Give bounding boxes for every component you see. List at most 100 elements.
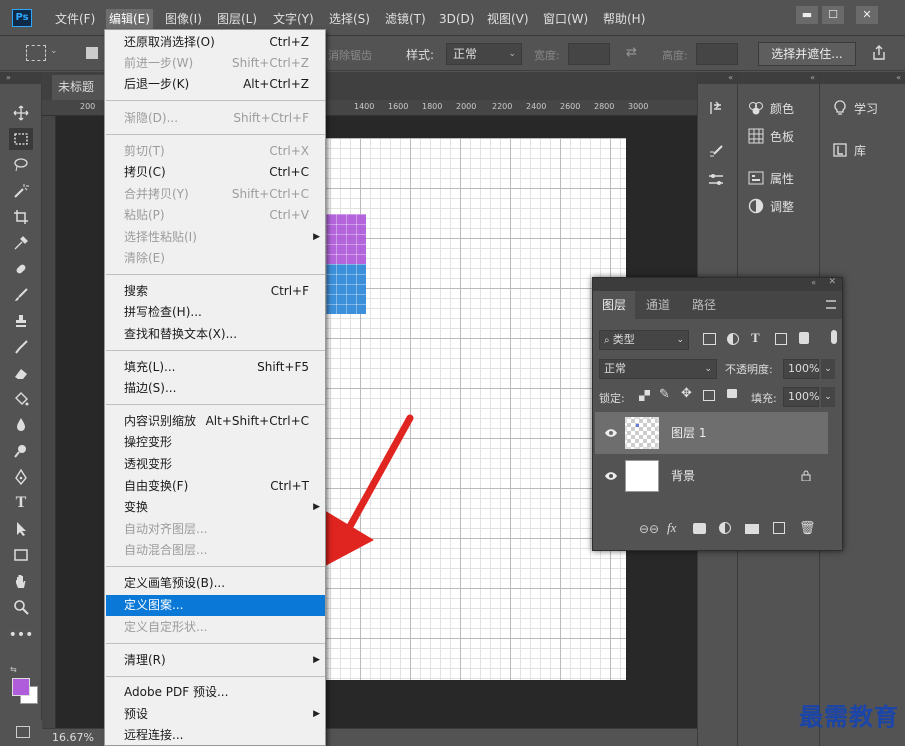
menu-window[interactable]: 窗口(W)	[540, 9, 591, 29]
menu-item-copy-merged[interactable]: 合并拷贝(Y) Shift+Ctrl+C	[106, 184, 325, 205]
menu-item-define-custom-shape[interactable]: 定义自定形状...	[106, 617, 325, 638]
menu-item-paste-special[interactable]: 选择性粘贴(I) ▶	[106, 227, 325, 248]
more-tools-icon[interactable]: •••	[9, 624, 34, 646]
magic-wand-tool-icon[interactable]	[9, 180, 33, 202]
tab-channels[interactable]: 通道	[637, 291, 679, 319]
dodge-tool-icon[interactable]	[9, 440, 33, 462]
menu-image[interactable]: 图像(I)	[162, 9, 205, 29]
link-layers-icon[interactable]: ⊖⊖	[639, 522, 659, 536]
brush-tool-icon[interactable]	[9, 284, 33, 306]
fill-input[interactable]: 100%	[783, 387, 819, 407]
zoom-level[interactable]: 16.67%	[52, 731, 94, 744]
eyedropper-tool-icon[interactable]	[9, 232, 33, 254]
type-tool-icon[interactable]: T	[9, 492, 33, 514]
history-panel-icon[interactable]	[708, 96, 724, 120]
menu-item-spell-check[interactable]: 拼写检查(H)...	[106, 302, 325, 323]
lasso-tool-icon[interactable]	[9, 154, 33, 176]
zoom-tool-icon[interactable]	[9, 596, 33, 618]
crop-tool-icon[interactable]	[9, 206, 33, 228]
menu-item-define-brush[interactable]: 定义画笔预设(B)...	[106, 573, 325, 594]
style-select[interactable]: 正常 ⌄	[446, 43, 522, 65]
chevron-down-icon[interactable]: ⌄	[50, 46, 58, 56]
opacity-input[interactable]: 100%	[783, 359, 819, 379]
blend-mode-select[interactable]: 正常 ⌄	[599, 359, 717, 379]
adjustment-layer-icon[interactable]	[719, 522, 731, 534]
menu-item-step-backward[interactable]: 后退一步(K) Alt+Ctrl+Z	[106, 74, 325, 95]
maximize-button[interactable]: ☐	[822, 6, 844, 24]
lock-position-icon[interactable]: ✥	[681, 386, 692, 401]
menu-item-clear[interactable]: 清除(E)	[106, 248, 325, 269]
filter-smart-object-icon[interactable]	[799, 332, 809, 344]
chevron-down-icon[interactable]: ⌄	[821, 387, 835, 407]
move-tool-icon[interactable]	[9, 102, 33, 124]
minimize-button[interactable]: ▬	[796, 6, 818, 24]
menu-item-define-pattern[interactable]: 定义图案...	[106, 595, 325, 616]
menu-item-pdf-presets[interactable]: Adobe PDF 预设...	[106, 682, 325, 703]
tab-layers[interactable]: 图层	[593, 291, 636, 319]
lock-all-icon[interactable]	[727, 389, 737, 398]
select-and-mask-button[interactable]: 选择并遮住...	[758, 42, 856, 66]
libraries-panel-button[interactable]: 库	[832, 138, 866, 162]
width-input[interactable]	[568, 43, 610, 65]
menu-3d[interactable]: 3D(D)	[436, 9, 477, 29]
menu-item-perspective-warp[interactable]: 透视变形	[106, 454, 325, 475]
menu-item-content-aware-scale[interactable]: 内容识别缩放 Alt+Shift+Ctrl+C	[106, 411, 325, 432]
menu-item-fade[interactable]: 渐隐(D)... Shift+Ctrl+F	[106, 108, 325, 129]
menu-type[interactable]: 文字(Y)	[270, 9, 317, 29]
lock-pixels-icon[interactable]: ✎	[659, 387, 670, 402]
panel-menu-icon[interactable]	[826, 300, 836, 309]
filter-type-icon[interactable]: T	[751, 330, 760, 346]
lock-transparent-icon[interactable]	[639, 390, 650, 401]
menu-item-auto-align-layers[interactable]: 自动对齐图层...	[106, 519, 325, 540]
menu-help[interactable]: 帮助(H)	[600, 9, 648, 29]
new-selection-icon[interactable]	[86, 47, 98, 59]
close-button[interactable]: ✕	[856, 6, 878, 24]
rectangle-tool-icon[interactable]	[9, 544, 33, 566]
swap-icon[interactable]: ⇄	[626, 45, 637, 60]
tool-presets-panel-icon[interactable]	[708, 168, 724, 192]
menu-item-copy[interactable]: 拷贝(C) Ctrl+C	[106, 162, 325, 183]
menu-item-undo[interactable]: 还原取消选择(O) Ctrl+Z	[106, 32, 325, 53]
menu-item-search[interactable]: 搜索 Ctrl+F	[106, 281, 325, 302]
learn-panel-button[interactable]: 学习	[832, 96, 878, 120]
menu-item-auto-blend-layers[interactable]: 自动混合图层...	[106, 540, 325, 561]
history-brush-tool-icon[interactable]	[9, 336, 33, 358]
healing-brush-tool-icon[interactable]	[9, 258, 33, 280]
group-folder-icon[interactable]	[745, 524, 759, 534]
new-layer-icon[interactable]	[773, 522, 785, 534]
menu-view[interactable]: 视图(V)	[484, 9, 532, 29]
menu-item-remote-connections[interactable]: 远程连接...	[106, 725, 325, 746]
layer-name[interactable]: 背景	[671, 455, 695, 497]
filter-adjustment-icon[interactable]	[727, 333, 739, 345]
height-input[interactable]	[696, 43, 738, 65]
foreground-color-swatch[interactable]	[12, 678, 30, 696]
pen-tool-icon[interactable]	[9, 466, 33, 488]
swatches-panel-button[interactable]: 色板	[748, 124, 794, 148]
path-selection-tool-icon[interactable]	[9, 518, 33, 540]
menu-layer[interactable]: 图层(L)	[214, 9, 260, 29]
hand-tool-icon[interactable]	[9, 570, 33, 592]
menu-item-step-forward[interactable]: 前进一步(W) Shift+Ctrl+Z	[106, 53, 325, 74]
menu-filter[interactable]: 滤镜(T)	[382, 9, 429, 29]
menu-item-find-replace[interactable]: 查找和替换文本(X)...	[106, 324, 325, 345]
document-tab[interactable]: 未标题	[52, 75, 112, 100]
toolbar-collapse-icon[interactable]: »	[0, 72, 42, 84]
filter-toggle-icon[interactable]	[831, 330, 837, 344]
brush-settings-panel-icon[interactable]	[708, 140, 724, 164]
rectangular-marquee-tool-icon[interactable]	[9, 128, 33, 150]
layer-row[interactable]: 背景	[595, 455, 828, 497]
layer-style-fx-icon[interactable]: fx	[667, 520, 676, 536]
menu-file[interactable]: 文件(F)	[52, 9, 98, 29]
menu-item-purge[interactable]: 清理(R) ▶	[106, 650, 325, 671]
layer-row[interactable]: 图层 1	[595, 412, 828, 454]
close-icon[interactable]: ✕	[828, 277, 836, 287]
filter-kind-select[interactable]: ⌕ 类型 ⌄	[599, 330, 689, 350]
layer-mask-icon[interactable]	[693, 523, 706, 534]
share-icon[interactable]	[870, 44, 888, 65]
tab-paths[interactable]: 路径	[683, 291, 725, 319]
collapse-icon[interactable]: «	[738, 72, 819, 84]
filter-shape-icon[interactable]	[775, 333, 787, 345]
marquee-preset-icon[interactable]	[26, 45, 46, 61]
clone-stamp-tool-icon[interactable]	[9, 310, 33, 332]
visibility-eye-icon[interactable]	[604, 470, 618, 484]
